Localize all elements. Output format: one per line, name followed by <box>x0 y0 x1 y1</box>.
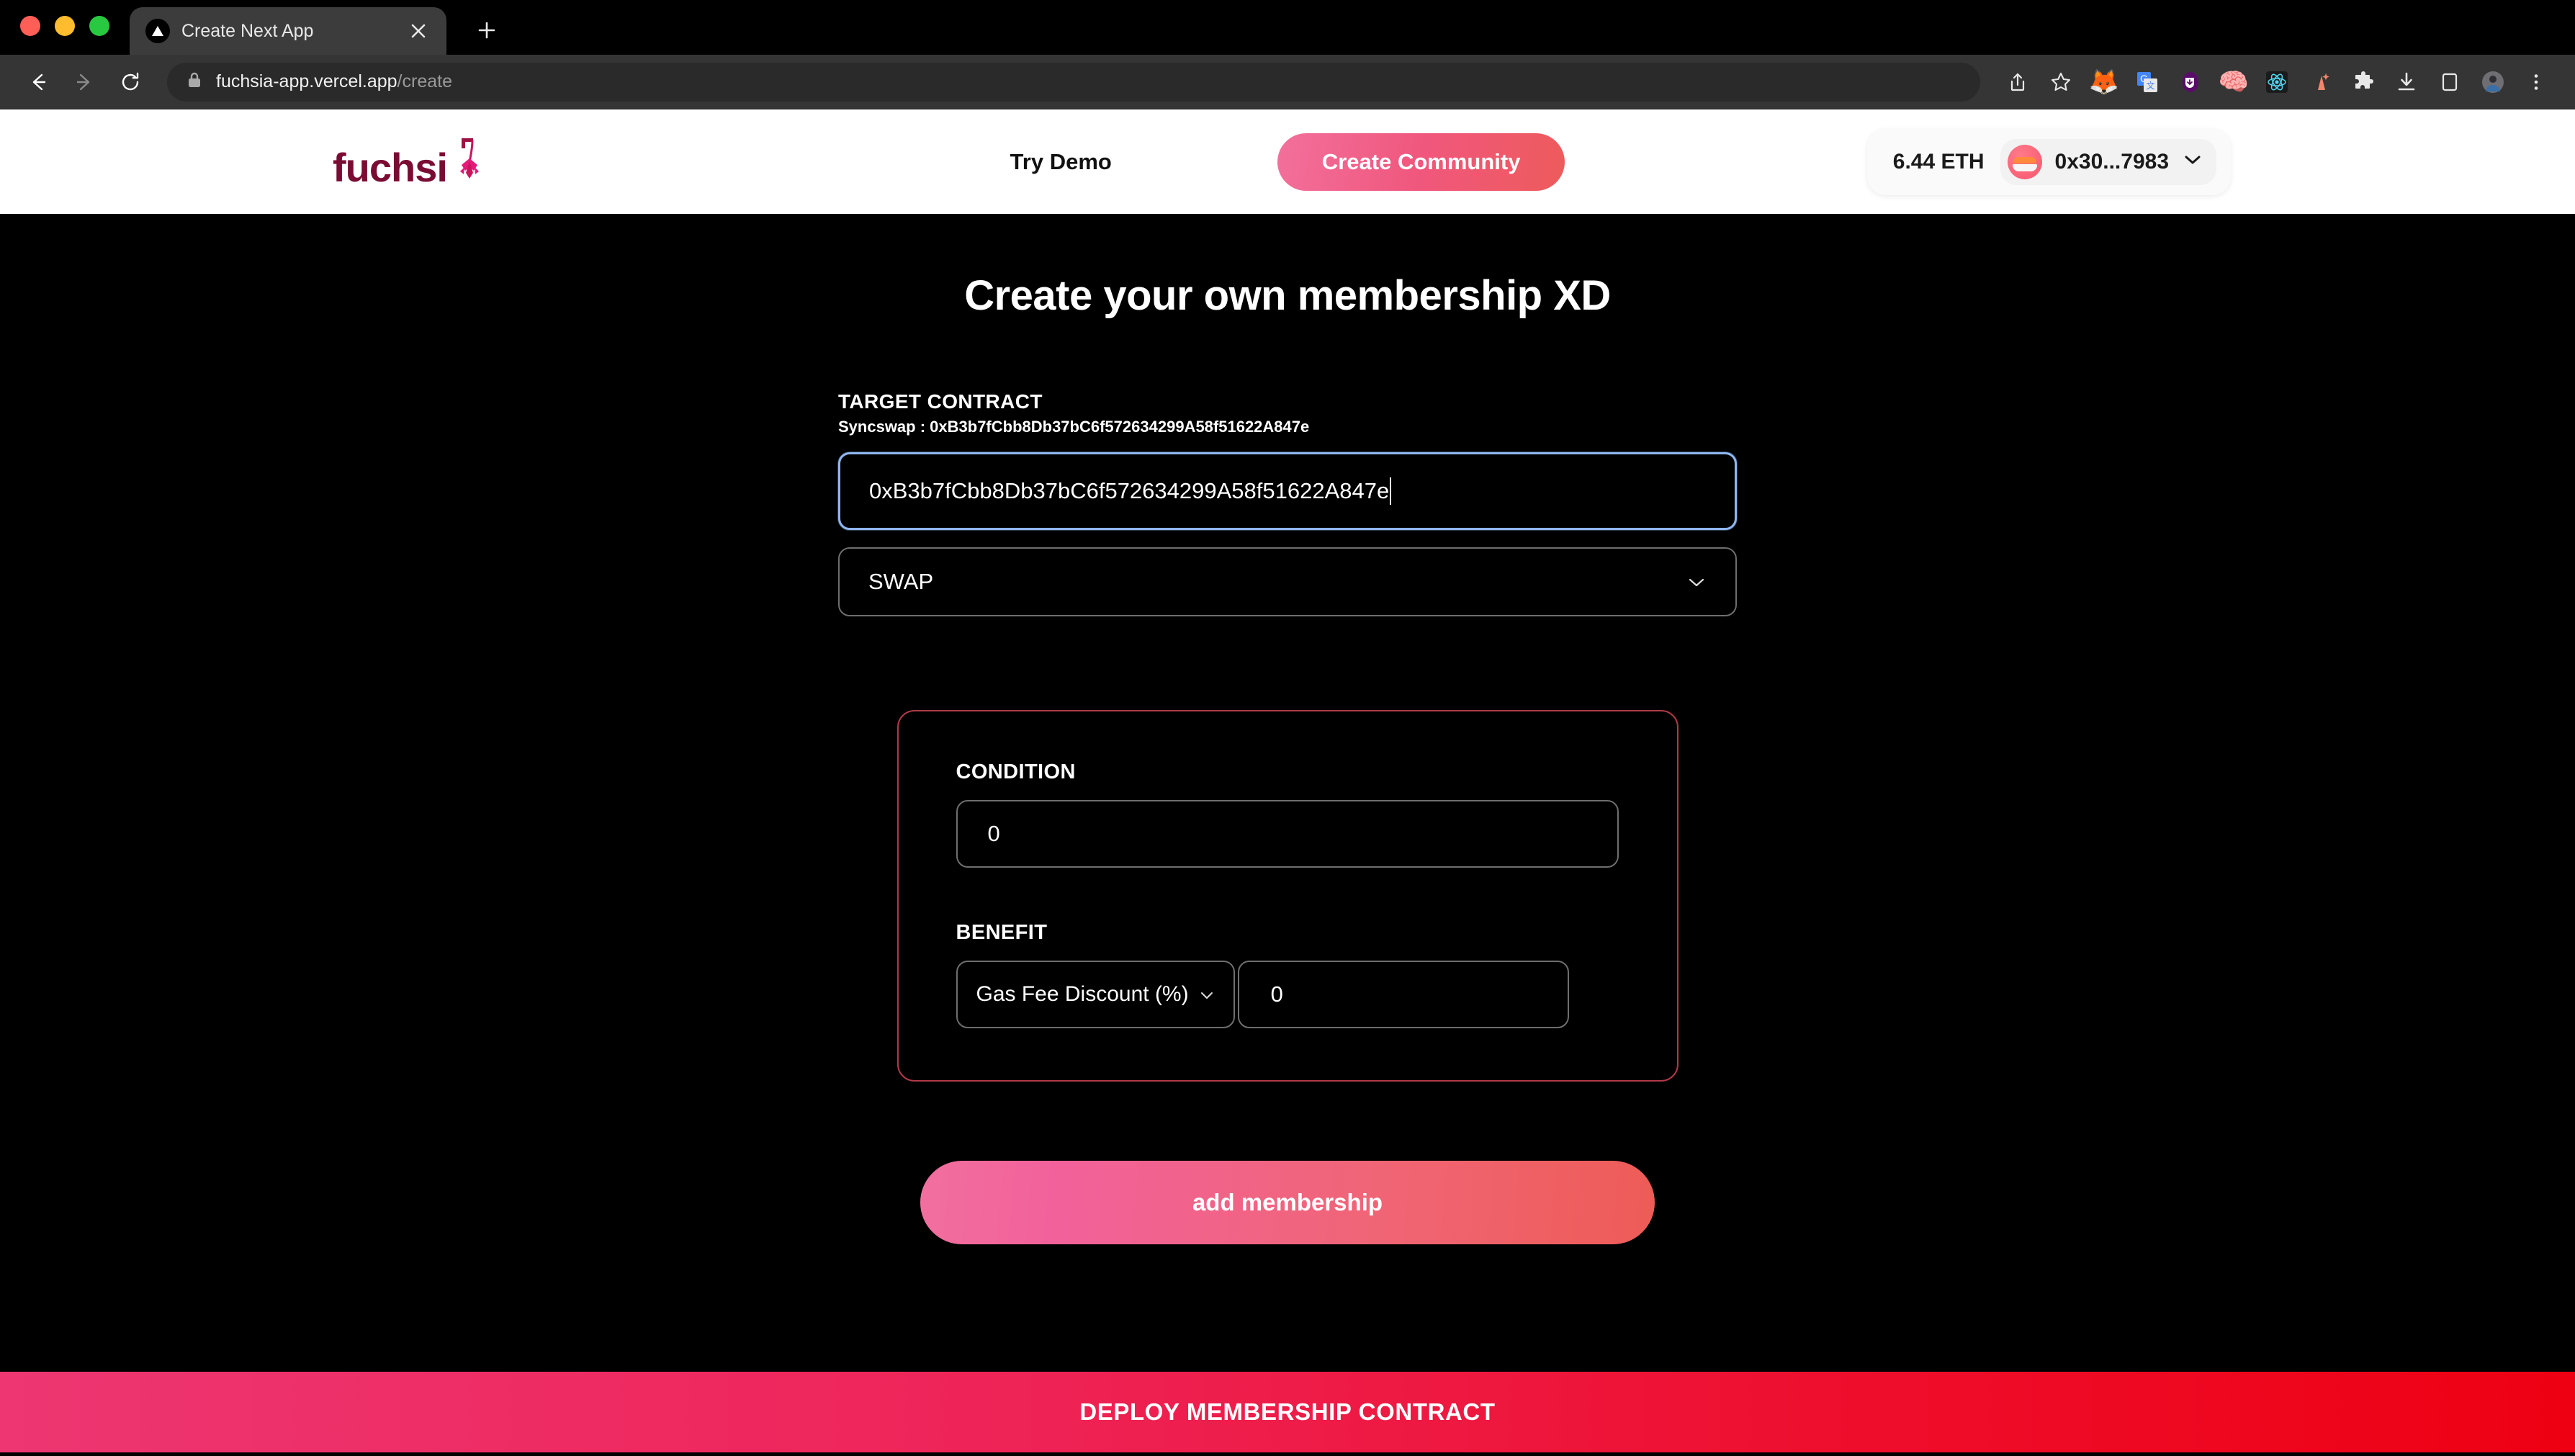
url-path: /create <box>397 71 452 91</box>
share-icon[interactable] <box>1997 62 2038 102</box>
back-arrow-icon[interactable] <box>19 63 58 102</box>
action-type-value: SWAP <box>868 569 934 594</box>
nextjs-triangle-icon <box>145 19 170 43</box>
page-body: Create your own membership XD TARGET CON… <box>0 214 2575 1456</box>
minimize-window-button[interactable] <box>55 16 75 36</box>
browser-toolbar: fuchsia-app.vercel.app/create 🦊 G 文 🧠 <box>0 55 2575 109</box>
condition-label: CONDITION <box>956 760 1076 783</box>
close-window-button[interactable] <box>20 16 40 36</box>
add-membership-button[interactable]: add membership <box>920 1161 1655 1244</box>
lock-icon <box>186 71 203 93</box>
wallet-avatar-icon <box>2007 144 2042 179</box>
brain-extension-icon[interactable]: 🧠 <box>2214 62 2254 102</box>
condition-input-value: 0 <box>987 821 1000 846</box>
benefit-section: BENEFIT Gas Fee Discount (%) 0 <box>956 921 1619 1028</box>
benefit-row: Gas Fee Discount (%) 0 <box>956 961 1619 1028</box>
chrome-menu-icon[interactable] <box>2516 62 2556 102</box>
url-text: fuchsia-app.vercel.app/create <box>216 71 452 92</box>
browser-tab[interactable]: Create Next App <box>130 7 446 55</box>
site-header: fuchsi Try Demo Create Community 6.44 ET <box>0 109 2575 214</box>
text-caret <box>1390 477 1392 505</box>
deploy-membership-contract-bar[interactable]: DEPLOY MEMBERSHIP CONTRACT <box>0 1372 2575 1452</box>
target-contract-label-text: TARGET CONTRACT <box>838 390 1043 413</box>
benefit-type-value: Gas Fee Discount (%) <box>976 982 1189 1006</box>
wallet-address: 0x30...7983 <box>2054 149 2169 174</box>
bookmark-star-icon[interactable] <box>2041 62 2081 102</box>
target-contract-hint: Syncswap : 0xB3b7fCbb8Db37bC6f572634299A… <box>838 418 1310 436</box>
benefit-amount-value: 0 <box>1270 981 1283 1007</box>
profile-avatar-icon[interactable] <box>2473 62 2513 102</box>
metamask-extension-icon[interactable]: 🦊 <box>2084 62 2124 102</box>
wallet-address-chip[interactable]: 0x30...7983 <box>2000 138 2216 185</box>
maximize-window-button[interactable] <box>89 16 109 36</box>
browser-window: Create Next App fuchsia-app.vercel.app/c… <box>0 0 2575 1456</box>
membership-rule-card: CONDITION 0 BENEFIT Gas Fee Discount (%) <box>896 710 1679 1082</box>
reload-icon[interactable] <box>111 63 150 102</box>
tab-title: Create Next App <box>181 20 314 41</box>
url-domain: fuchsia-app.vercel.app <box>216 71 397 91</box>
target-contract-input-value: 0xB3b7fCbb8Db37bC6f572634299A58f51622A84… <box>869 478 1390 503</box>
target-contract-input[interactable]: 0xB3b7fCbb8Db37bC6f572634299A58f51622A84… <box>838 452 1737 530</box>
window-controls <box>20 16 109 55</box>
deploy-membership-contract-label: DEPLOY MEMBERSHIP CONTRACT <box>1079 1398 1496 1425</box>
ai-sparkle-extension-icon[interactable] <box>2300 62 2340 102</box>
react-devtools-extension-icon[interactable] <box>2257 62 2297 102</box>
benefit-label: BENEFIT <box>956 921 1048 944</box>
target-contract-label: TARGET CONTRACT Syncswap : 0xB3b7fCbb8Db… <box>838 390 1737 436</box>
create-community-button[interactable]: Create Community <box>1277 132 1565 191</box>
google-translate-extension-icon[interactable]: G 文 <box>2127 62 2167 102</box>
downloads-icon[interactable] <box>2386 62 2427 102</box>
action-type-select[interactable]: SWAP <box>838 547 1737 616</box>
address-bar[interactable]: fuchsia-app.vercel.app/create <box>167 62 1980 102</box>
forward-arrow-icon[interactable] <box>65 63 104 102</box>
close-icon[interactable] <box>406 19 431 43</box>
chevron-down-icon[interactable] <box>2182 153 2203 171</box>
condition-input[interactable]: 0 <box>956 800 1619 868</box>
page-title: Create your own membership XD <box>964 272 1611 319</box>
wallet-widget[interactable]: 6.44 ETH 0x30...7983 <box>1866 128 2231 195</box>
benefit-amount-input[interactable]: 0 <box>1237 961 1569 1028</box>
try-demo-link[interactable]: Try Demo <box>1010 149 1112 175</box>
benefit-type-select[interactable]: Gas Fee Discount (%) <box>956 961 1235 1028</box>
toolbar-actions: 🦊 G 文 🧠 <box>1997 62 2556 102</box>
membership-form: TARGET CONTRACT Syncswap : 0xB3b7fCbb8Db… <box>838 320 1737 1244</box>
puzzle-extensions-icon[interactable] <box>2343 62 2383 102</box>
chevron-down-icon[interactable] <box>1199 982 1215 1007</box>
tab-strip: Create Next App <box>0 0 2575 55</box>
wallet-balance: 6.44 ETH <box>1892 149 1985 174</box>
sidepanel-icon[interactable] <box>2430 62 2470 102</box>
chevron-down-icon[interactable] <box>1686 569 1707 595</box>
new-tab-button[interactable] <box>468 12 505 49</box>
phantom-wallet-extension-icon[interactable] <box>2170 62 2211 102</box>
svg-text:文: 文 <box>2146 80 2154 91</box>
